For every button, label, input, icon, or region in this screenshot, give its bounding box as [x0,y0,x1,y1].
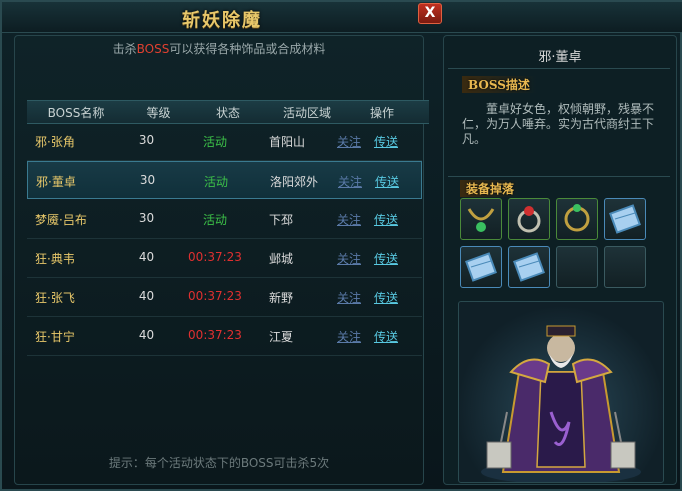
desc-section-label: BOSS描述 [462,76,536,93]
empty-equipment-slot[interactable] [604,246,646,288]
header-region: 活动区域 [282,106,331,120]
teleport-link[interactable]: 传送 [373,173,401,190]
header-status: 状态 [215,106,240,120]
boss-row[interactable]: 梦魇·吕布 30 活动 下邳 关注 传送 [27,200,422,239]
boss-region: 新野 [269,291,294,305]
green-necklace-icon [461,208,501,242]
equipment-slot[interactable] [508,246,550,288]
header-boss-name: BOSS名称 [47,106,105,120]
boss-detail-panel: 邪·董卓 BOSS描述 董卓好女色，权倾朝野，残暴不仁，为万人唾弃。实为古代商纣… [443,35,677,485]
teleport-link[interactable]: 传送 [372,328,400,345]
equipment-slot[interactable] [556,198,598,240]
boss-status: 00:37:23 [188,250,242,264]
boss-row[interactable]: 邪·董卓 30 活动 洛阳郊外 关注 传送 [27,161,422,199]
boss-status: 活动 [202,135,227,149]
boss-name: 狂·典韦 [35,252,75,266]
empty-equipment-slot[interactable] [556,246,598,288]
boss-name: 梦魇·吕布 [35,213,87,227]
boss-description: 董卓好女色，权倾朝野，残暴不仁，为万人唾弃。实为古代商纣王下凡。 [462,102,655,146]
blue-scroll-icon [509,252,549,290]
drop-tip-prefix: 击杀 [112,42,137,56]
boss-name: 狂·张飞 [35,291,75,305]
title-bar: 斩妖除魔 X [2,2,682,33]
divider [448,176,670,177]
table-header: BOSS名称 等级 状态 活动区域 操作 [27,100,429,124]
boss-status: 00:37:23 [188,328,242,342]
boss-portrait [458,301,664,483]
boss-level: 30 [139,173,156,187]
follow-link[interactable]: 关注 [335,133,363,150]
teleport-link[interactable]: 传送 [372,250,400,267]
boss-level: 40 [138,328,155,342]
boss-region: 下邳 [269,213,294,227]
header-level: 等级 [146,106,171,120]
follow-link[interactable]: 关注 [335,289,363,306]
bottom-tip: 提示：每个活动状态下的BOSS可击杀5次 [108,456,330,470]
drop-tip-suffix: 可以获得各种饰品或合成材料 [169,42,326,56]
divider [448,68,670,69]
boss-region: 首阳山 [269,135,306,149]
follow-link[interactable]: 关注 [335,328,363,345]
boss-level: 40 [138,289,155,303]
boss-figure-icon [481,325,641,482]
boss-region: 邺城 [269,252,294,266]
close-button[interactable]: X [418,3,442,24]
boss-status: 00:37:23 [188,289,242,303]
boss-region: 洛阳郊外 [270,175,319,189]
green-ring-icon [557,204,597,242]
boss-level: 40 [138,250,155,264]
boss-status: 活动 [202,213,227,227]
window-title: 斩妖除魔 [182,10,262,31]
teleport-link[interactable]: 传送 [372,289,400,306]
follow-link[interactable]: 关注 [336,173,364,190]
follow-link[interactable]: 关注 [335,250,363,267]
boss-level: 30 [138,211,155,225]
boss-name: 狂·甘宁 [35,330,75,344]
red-gem-ring-icon [509,206,549,242]
drop-tip-highlight: BOSS [136,42,170,56]
boss-level: 30 [138,133,155,147]
boss-name: 邪·张角 [35,135,75,149]
boss-row[interactable]: 狂·张飞 40 00:37:23 新野 关注 传送 [27,278,422,317]
equipment-slot[interactable] [508,198,550,240]
follow-link[interactable]: 关注 [335,211,363,228]
selected-boss-name: 邪·董卓 [538,50,582,65]
equip-section-label: 装备掉落 [460,180,521,197]
blue-scroll-icon [461,252,501,290]
teleport-link[interactable]: 传送 [372,133,400,150]
equipment-slot[interactable] [460,198,502,240]
blue-scroll-icon [605,204,645,242]
boss-row[interactable]: 狂·典韦 40 00:37:23 邺城 关注 传送 [27,239,422,278]
boss-window: 斩妖除魔 X 击杀BOSS可以获得各种饰品或合成材料 BOSS名称 等级 状态 … [0,0,682,491]
boss-row[interactable]: 狂·甘宁 40 00:37:23 江夏 关注 传送 [27,317,422,356]
equipment-slot[interactable] [460,246,502,288]
boss-list-panel: 击杀BOSS可以获得各种饰品或合成材料 BOSS名称 等级 状态 活动区域 操作… [14,35,429,485]
drop-tip: 击杀BOSS可以获得各种饰品或合成材料 [15,40,423,57]
boss-status: 活动 [203,175,228,189]
equipment-slot[interactable] [604,198,646,240]
boss-name: 邪·董卓 [36,175,76,189]
boss-row[interactable]: 邪·张角 30 活动 首阳山 关注 传送 [27,122,422,161]
header-actions: 操作 [369,106,394,120]
boss-region: 江夏 [269,330,294,344]
teleport-link[interactable]: 传送 [372,211,400,228]
